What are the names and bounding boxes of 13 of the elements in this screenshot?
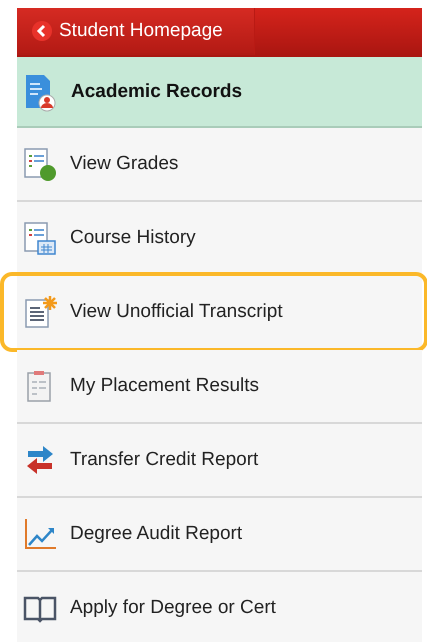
menu-item[interactable]: View Unofficial Transcript <box>17 276 422 348</box>
menu-item[interactable]: Transfer Credit Report <box>17 424 422 496</box>
menu-item[interactable]: Course History <box>17 202 422 274</box>
menu-item[interactable]: My Placement Results <box>17 350 422 422</box>
line-chart-icon <box>22 516 58 552</box>
back-button[interactable]: Student Homepage <box>17 8 255 55</box>
calendar-document-icon <box>22 220 58 256</box>
section-title: Academic Records <box>71 80 242 102</box>
menu-item[interactable]: View Grades <box>17 128 422 200</box>
menu-item[interactable]: Apply for Degree or Cert <box>17 572 422 642</box>
back-icon <box>31 20 53 42</box>
grades-icon <box>22 146 58 182</box>
menu-item[interactable]: Degree Audit Report <box>17 498 422 570</box>
